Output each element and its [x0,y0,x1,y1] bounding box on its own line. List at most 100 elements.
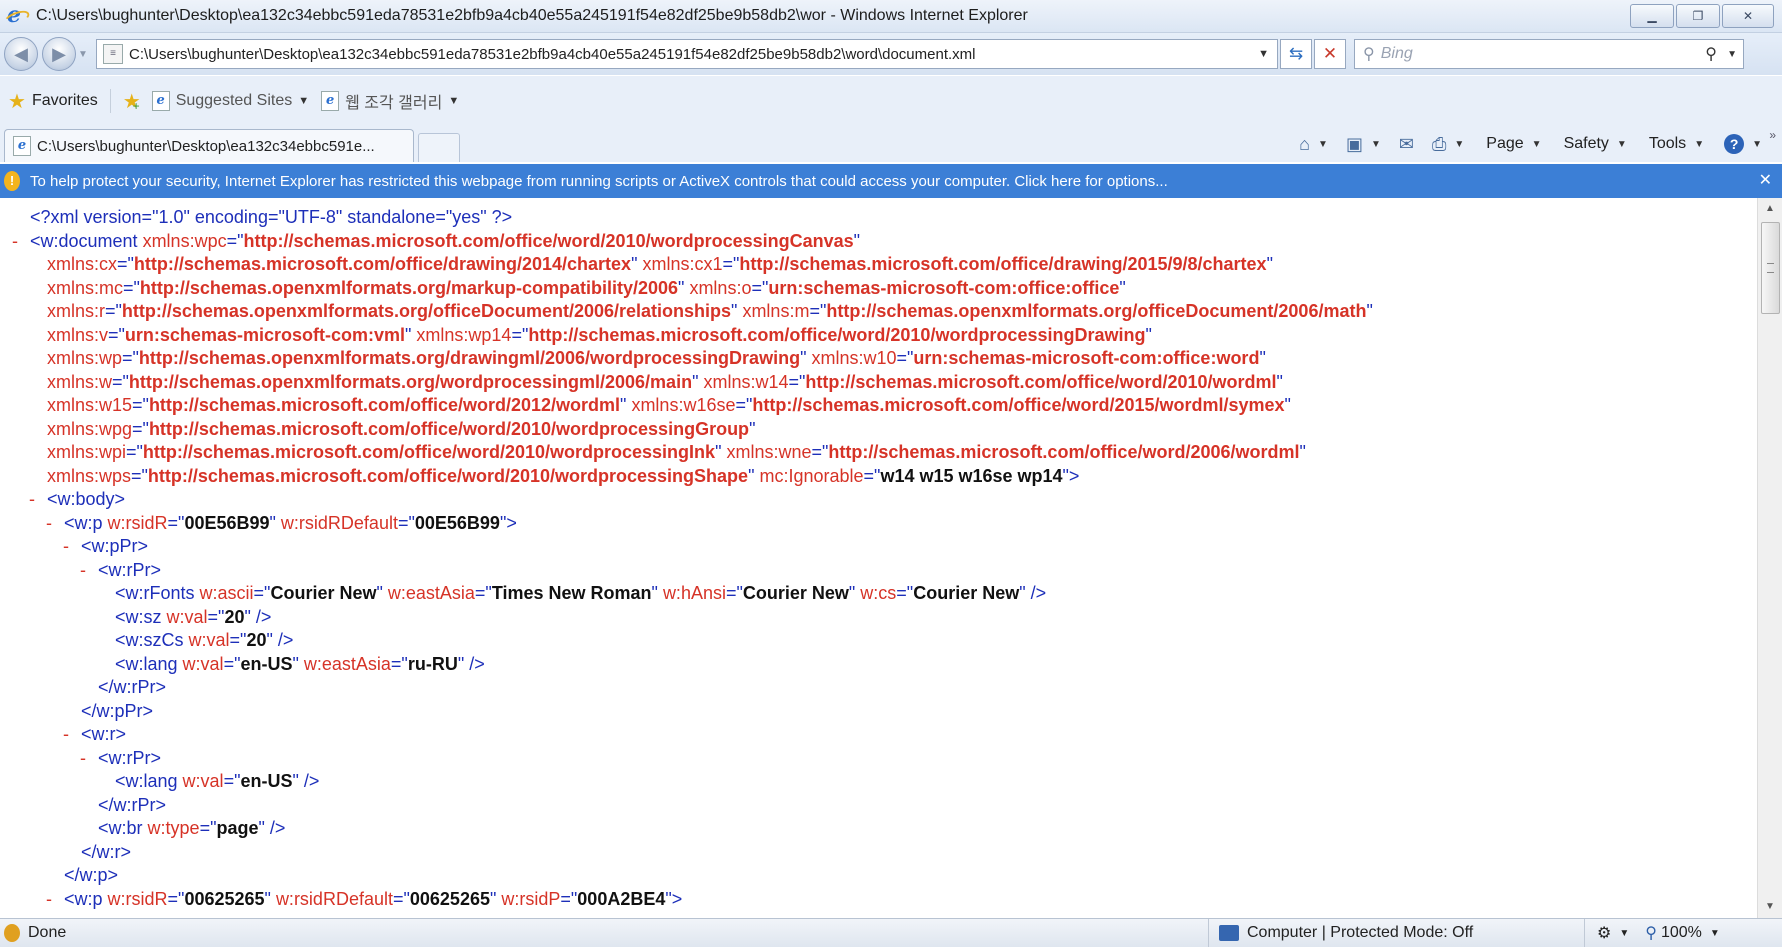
xml-attribute-value: urn:schemas-microsoft-com:office:office [768,277,1120,298]
back-arrow-icon: ◀ [14,43,28,64]
xml-line: - <w:r> [63,723,126,745]
xml-tag-text: <w:pPr> [81,536,149,556]
favorites-button[interactable]: Favorites [32,92,98,110]
address-dropdown-icon[interactable]: ▼ [1258,48,1269,60]
vertical-scrollbar[interactable]: ▲ ▼ [1757,198,1782,918]
stop-button[interactable]: ✕ [1314,39,1346,69]
collapse-toggle[interactable]: - [46,888,52,910]
xml-attribute-name: w:val [188,630,230,650]
forward-button[interactable]: ▶ [42,37,76,71]
tools-menu[interactable]: Tools [1649,135,1686,153]
security-zone[interactable]: Computer | Protected Mode: Off [1208,919,1473,947]
xml-tag-text: " [853,230,861,251]
zoom-icon[interactable]: ⚲ [1645,923,1657,943]
zoom-control[interactable]: ⚙ ▼ ⚲ 100% ▼ [1584,919,1782,947]
restore-button[interactable]: ❐ [1676,4,1720,28]
xml-line: - <w:p w:rsidR="00625265" w:rsidRDefault… [46,888,682,910]
xml-attribute-value: page [216,818,259,838]
address-bar[interactable]: ≡ C:\Users\bughunter\Desktop\ea132c34ebb… [96,39,1278,69]
xml-attribute-name: xmlns:wpc [142,230,227,251]
help-icon[interactable]: ? [1724,134,1745,154]
feeds-dropdown-icon[interactable]: ▼ [1371,139,1381,150]
web-slice-gallery-link[interactable]: 웹 조각 갤러리 [345,89,442,113]
home-icon[interactable]: ⌂ [1299,134,1310,155]
xml-tag-text: =" [126,442,143,462]
back-button[interactable]: ◀ [4,37,38,71]
web-slice-gallery-dropdown-icon[interactable]: ▼ [448,95,459,107]
help-dropdown-icon[interactable]: ▼ [1752,139,1762,150]
chevron-more-icon[interactable]: » [1769,128,1776,142]
information-bar[interactable]: ! To help protect your security, Interne… [0,164,1782,198]
search-input[interactable]: Bing [1381,45,1413,63]
xml-tag-text: " [1366,301,1373,321]
print-icon[interactable]: ⎙ [1432,134,1446,155]
xml-attribute-name: w:ascii [199,583,254,603]
xml-attribute-value: http://schemas.microsoft.com/office/word… [828,442,1300,462]
scroll-up-icon[interactable]: ▲ [1761,200,1779,218]
suggested-sites-link[interactable]: Suggested Sites [176,92,293,110]
page-dropdown-icon[interactable]: ▼ [1532,139,1542,150]
print-dropdown-icon[interactable]: ▼ [1454,139,1464,150]
suggested-sites-dropdown-icon[interactable]: ▼ [298,95,309,107]
xml-line: xmlns:wpg="http://schemas.microsoft.com/… [47,418,755,440]
xml-tag-text: =" [560,888,578,909]
popup-blocker-dropdown-icon[interactable]: ▼ [1619,928,1629,939]
xml-attribute-value: http://schemas.microsoft.com/office/word… [805,371,1277,392]
ie-logo-icon [6,2,26,28]
xml-tag-text: =" [392,888,410,909]
minimize-button[interactable]: ▁ [1630,4,1674,28]
collapse-toggle[interactable]: - [80,559,86,581]
close-window-button[interactable]: ✕ [1722,4,1774,28]
collapse-toggle[interactable]: - [46,512,52,534]
safety-dropdown-icon[interactable]: ▼ [1617,139,1627,150]
collapse-toggle[interactable]: - [12,230,18,252]
xml-tag-text: " [1284,395,1291,415]
tab-document[interactable]: e C:\Users\bughunter\Desktop\ea132c34ebb… [4,129,414,162]
xml-tag-text: " [848,583,861,603]
safety-menu[interactable]: Safety [1564,135,1609,153]
search-box[interactable]: ⚲ Bing ⚲ ▼ [1354,39,1744,69]
close-icon[interactable]: ✕ [1759,170,1772,190]
search-dropdown-icon[interactable]: ▼ [1727,49,1737,60]
popup-blocker-icon[interactable]: ⚙ [1597,923,1611,943]
xml-tag-text: " [692,371,704,392]
mail-icon[interactable]: ✉ [1399,134,1414,155]
collapse-toggle[interactable]: - [29,488,35,510]
xml-tag-text: =" [788,371,806,392]
collapse-toggle[interactable]: - [63,535,69,557]
xml-attribute-name: xmlns:m [742,301,810,321]
address-input[interactable]: C:\Users\bughunter\Desktop\ea132c34ebbc5… [129,46,976,63]
xml-tag-text: " [748,465,760,486]
information-bar-message[interactable]: To help protect your security, Internet … [30,173,1168,190]
xml-attribute-value: 20 [246,630,267,650]
xml-tag-text: " /> [292,771,320,791]
collapse-toggle[interactable]: - [63,723,69,745]
page-menu[interactable]: Page [1486,135,1523,153]
xml-tag-text: <w:document [30,230,143,251]
xml-attribute-name: xmlns:w16se [631,395,736,415]
warning-shield-icon: ! [4,171,20,191]
xml-tag-text: " [264,888,276,909]
scroll-down-icon[interactable]: ▼ [1761,898,1779,916]
search-icon[interactable]: ⚲ [1705,44,1717,64]
xml-attribute-name: w:val [166,606,208,627]
zoom-level[interactable]: 100% [1661,924,1702,942]
home-dropdown-icon[interactable]: ▼ [1318,139,1328,150]
history-dropdown-icon[interactable]: ▼ [78,49,90,60]
tools-dropdown-icon[interactable]: ▼ [1694,139,1704,150]
refresh-button[interactable]: ⇆ [1280,39,1312,69]
scroll-thumb[interactable] [1761,222,1780,314]
feeds-icon[interactable]: ▣ [1346,134,1363,155]
xml-attribute-name: xmlns:cx1 [642,254,723,274]
xml-line: <?xml version="1.0" encoding="UTF-8" sta… [30,206,512,228]
zoom-dropdown-icon[interactable]: ▼ [1710,928,1720,939]
xml-tag-text: <w:rPr> [98,747,162,768]
xml-tag-text: 1.0 [158,207,184,227]
xml-attribute-name: w:eastAsia [303,653,391,674]
new-tab-button[interactable] [418,133,460,162]
xml-attribute-value: Times New Roman [491,583,652,603]
collapse-toggle[interactable]: - [80,747,86,769]
xml-attribute-name: w:hAnsi [662,583,726,603]
xml-tag-text: =" [253,583,271,603]
xml-tag-text: =" [223,771,241,791]
